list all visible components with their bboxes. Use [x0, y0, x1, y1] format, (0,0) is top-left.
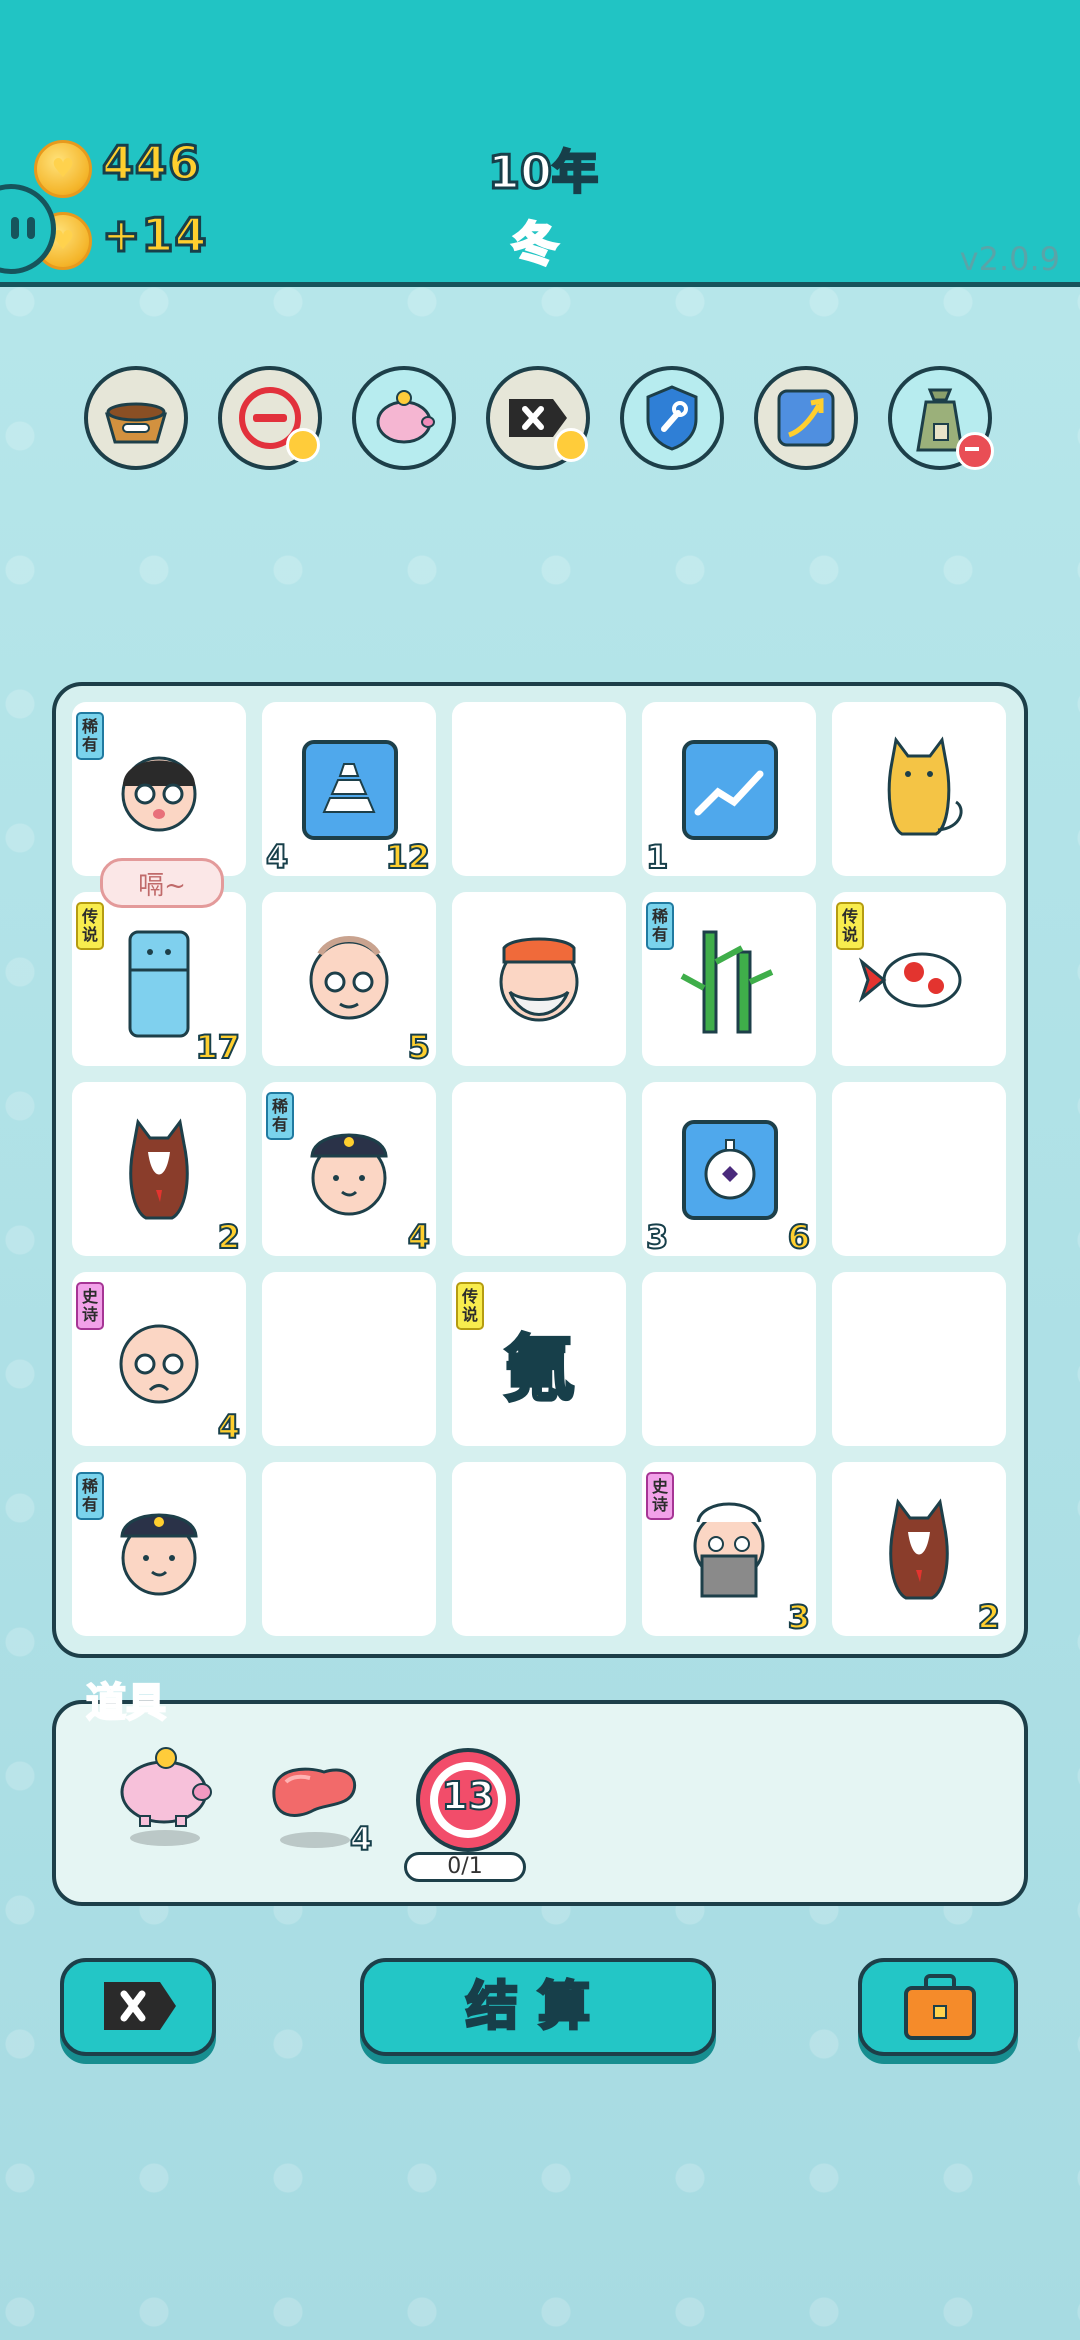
rarity-tag: 史诗	[76, 1282, 104, 1330]
coin-icon	[34, 140, 92, 198]
board-cell-boy-with-glasses[interactable]: 稀有	[72, 702, 246, 876]
board-cell-grandpa[interactable]: 5	[262, 892, 436, 1067]
board-cell-police-officer[interactable]: 稀有	[72, 1462, 246, 1636]
board-cell-police-officer[interactable]: 稀有 4	[262, 1082, 436, 1257]
cell-level: 1	[645, 837, 669, 877]
rarity-tag: 稀有	[76, 712, 104, 760]
board-cell-empty[interactable]	[832, 1272, 1006, 1446]
board-cell-bamboo[interactable]: 稀有	[642, 892, 816, 1066]
shield-button[interactable]	[620, 366, 724, 470]
pet-food-bowl-icon	[105, 402, 167, 444]
mustache-man-icon	[499, 937, 579, 1022]
delete-tag-button[interactable]	[486, 366, 590, 470]
upgrade-button[interactable]	[754, 366, 858, 470]
money-bag-button[interactable]	[888, 366, 994, 470]
cell-count: 4	[217, 1407, 241, 1447]
coin-badge-icon	[554, 428, 588, 462]
item-piggy-bank[interactable]	[110, 1738, 220, 1846]
board-cell-koi-fish[interactable]: 传说	[832, 892, 1006, 1066]
cell-count: 12	[384, 837, 431, 877]
shield-wrench-icon	[646, 385, 698, 451]
rarity-tag: 传说	[836, 902, 864, 950]
board-cell-empty[interactable]	[262, 1462, 436, 1636]
board-cell-husky-dog[interactable]: 2	[72, 1082, 246, 1257]
board-cell-chart-card[interactable]: 1	[642, 702, 816, 877]
cell-count: 2	[217, 1217, 241, 1257]
cell-count: 3	[787, 1597, 811, 1637]
liver-icon	[272, 1767, 357, 1817]
rarity-tag: 传说	[76, 902, 104, 950]
board-cell-empty[interactable]	[452, 1082, 626, 1256]
settle-label: 结算	[464, 1976, 610, 2039]
coin-total: 446	[100, 135, 202, 192]
board-cell-gold-bars[interactable]: 4 12	[262, 702, 436, 877]
board-cell-mustache-man[interactable]	[452, 892, 626, 1066]
inventory-button[interactable]	[858, 1958, 1018, 2056]
remove-badge-icon[interactable]	[956, 432, 994, 470]
cell-count: 6	[787, 1217, 811, 1257]
board-cell-empty[interactable]	[832, 1082, 1006, 1256]
season-label: 冬	[511, 216, 560, 273]
piggy-bank-icon	[376, 390, 435, 444]
board-cell-cat[interactable]	[832, 702, 1006, 876]
rarity-tag: 史诗	[646, 1472, 674, 1520]
board-cell-refrigerator[interactable]: 传说 17	[72, 892, 246, 1067]
item-target[interactable]: 13 0/1	[404, 1744, 530, 1884]
rarity-tag: 稀有	[266, 1092, 294, 1140]
top-bar: 446 +14 10年 冬 v2.0.9	[0, 0, 1080, 287]
item-liver[interactable]: 4	[266, 1760, 373, 1859]
board-cell-empty[interactable]	[642, 1272, 816, 1446]
liver-count: 4	[349, 1819, 373, 1859]
settle-button[interactable]: 结算	[360, 1958, 716, 2056]
remove-item-button[interactable]	[218, 366, 322, 470]
board-cell-husky-dog[interactable]: 2	[832, 1462, 1006, 1637]
board-cell-krypton-character[interactable]: 氪传说	[452, 1272, 626, 1446]
cell-count: 2	[977, 1597, 1001, 1637]
cell-count: 17	[194, 1027, 241, 1067]
speech-bubble: 嗝~	[100, 858, 224, 908]
cell-level: 3	[645, 1217, 669, 1257]
coin-income: +14	[101, 207, 209, 264]
board-cell-bearded-grandpa[interactable]: 史诗 3	[642, 1462, 816, 1637]
rarity-tag: 传说	[456, 1282, 484, 1330]
board-cell-empty[interactable]	[452, 702, 626, 876]
items-title: 道具	[85, 1679, 167, 1727]
briefcase-icon	[904, 1974, 976, 2040]
delete-tag-icon	[104, 1982, 176, 2030]
cat-icon	[887, 736, 963, 836]
year-label: 10年	[486, 144, 599, 201]
upgrade-arrow-icon	[777, 389, 835, 447]
piggy-bank-icon	[120, 1747, 212, 1827]
rarity-tag: 稀有	[76, 1472, 104, 1520]
cell-count: 5	[407, 1027, 431, 1067]
piggy-bank-button[interactable]	[352, 366, 456, 470]
cell-level: 4	[265, 837, 289, 877]
coin-badge-icon	[286, 428, 320, 462]
board-cell-bald-grandpa[interactable]: 史诗 4	[72, 1272, 246, 1447]
cell-count: 4	[407, 1217, 431, 1257]
pet-food-bowl-button[interactable]	[84, 366, 188, 470]
board-cell-stopwatch-card[interactable]: 36	[642, 1082, 816, 1257]
version-label: v2.0.9	[959, 240, 1060, 278]
rarity-tag: 稀有	[646, 902, 674, 950]
board-cell-empty[interactable]	[452, 1462, 626, 1636]
board-cell-empty[interactable]	[262, 1272, 436, 1446]
target-value: 13	[441, 1773, 496, 1819]
delete-button[interactable]	[60, 1958, 216, 2056]
target-progress: 0/1	[404, 1852, 526, 1882]
